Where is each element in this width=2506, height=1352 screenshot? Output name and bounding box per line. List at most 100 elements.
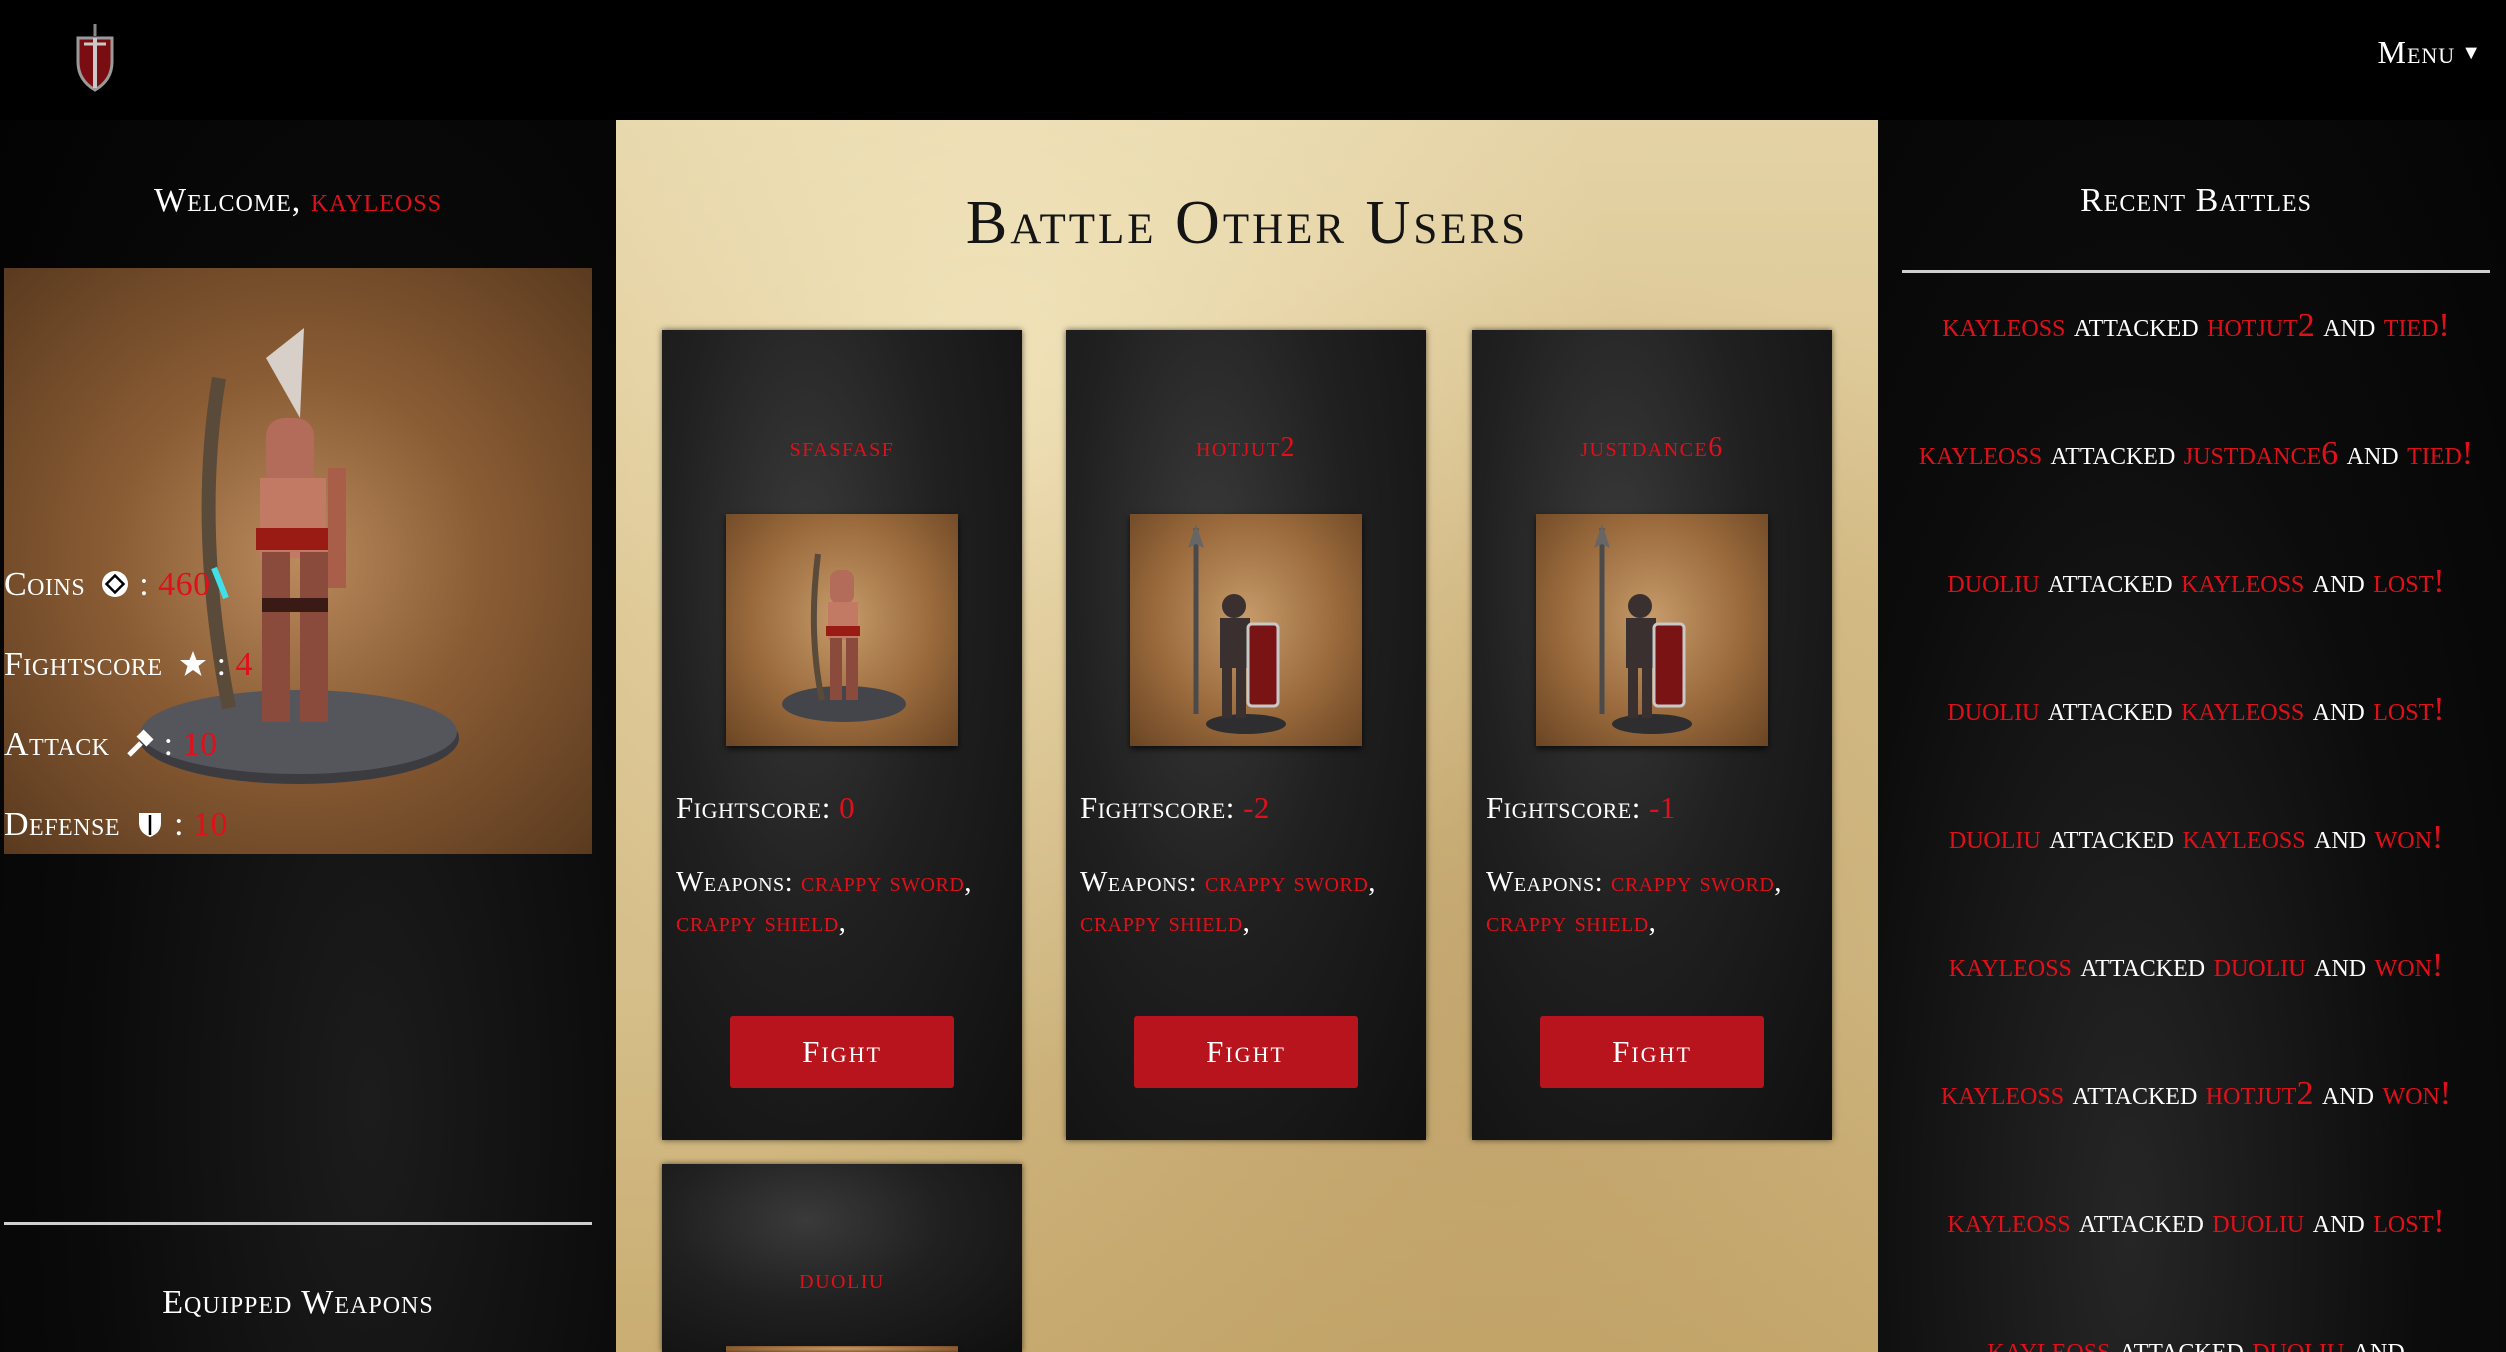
- battle-defender[interactable]: kayleoss: [2182, 819, 2305, 856]
- battle-attacker[interactable]: duoliu: [1947, 563, 2039, 600]
- battle-area: Battle Other Users sfasfasf Fightscore: …: [616, 120, 1878, 1352]
- defense-sep: :: [174, 806, 194, 843]
- fightscore-label: Fightscore:: [1486, 790, 1650, 825]
- opponent-card: sfasfasf Fightscore: 0 Weapons: crappy s…: [662, 330, 1022, 1140]
- hammer-icon: [126, 729, 154, 757]
- battle-attacker[interactable]: kayleoss: [1947, 1203, 2070, 1240]
- battle-defender[interactable]: justdance6: [2184, 435, 2338, 472]
- recent-battles-divider: [1902, 270, 2490, 273]
- battle-defender[interactable]: kayleoss: [2181, 691, 2304, 728]
- battle-entry: duoliu attacked kayleoss and won!: [1902, 814, 2490, 862]
- opponent-card: duoliu: [662, 1164, 1022, 1352]
- battle-attacker[interactable]: kayleoss: [1987, 1331, 2110, 1352]
- battle-attacker[interactable]: kayleoss: [1942, 307, 2065, 344]
- battle-result: tied!: [2407, 435, 2474, 472]
- opponent-avatar-image: [1130, 514, 1362, 746]
- caret-down-icon: ▼: [2461, 42, 2482, 64]
- weapon-sep: ,: [1774, 866, 1783, 898]
- battle-defender[interactable]: hotjut2: [2206, 1075, 2314, 1112]
- weapons-label: Weapons:: [1080, 866, 1205, 898]
- weapon-link[interactable]: crappy shield: [676, 906, 839, 938]
- coins-label: Coins: [4, 566, 86, 603]
- battle-result: won!: [2374, 947, 2444, 984]
- equipped-weapons-heading: Equipped Weapons: [162, 1284, 434, 1321]
- weapon-link[interactable]: crappy shield: [1080, 906, 1243, 938]
- battle-result: tied!: [2383, 307, 2450, 344]
- weapon-link[interactable]: crappy sword: [1611, 866, 1774, 898]
- character-avatar-image: [4, 268, 592, 854]
- coins-sep: :: [139, 566, 159, 603]
- battle-defender[interactable]: hotjut2: [2207, 307, 2315, 344]
- defense-stat: Defense : 10: [4, 806, 228, 844]
- battle-attacked-word: attacked: [2064, 1075, 2206, 1112]
- battle-defender[interactable]: duoliu: [2252, 1331, 2344, 1352]
- battle-and-word: and: [2314, 307, 2384, 344]
- battle-attacked-word: attacked: [2071, 947, 2214, 984]
- attack-label: Attack: [4, 726, 110, 763]
- opponent-avatar-image: [726, 1346, 958, 1352]
- opponent-weapons: Weapons: crappy sword, crappy shield,: [676, 862, 996, 942]
- battle-and-word: and: [2305, 947, 2375, 984]
- fightscore-value: -2: [1243, 790, 1270, 825]
- fight-button[interactable]: Fight: [1540, 1016, 1764, 1088]
- battle-attacked-word: attacked: [2070, 1203, 2213, 1240]
- opponent-fightscore: Fightscore: -2: [1080, 790, 1270, 826]
- battle-attacker[interactable]: kayleoss: [1949, 947, 2072, 984]
- battle-result: lost!: [2373, 691, 2445, 728]
- weapon-link[interactable]: crappy sword: [801, 866, 964, 898]
- battle-and-word: and: [2304, 563, 2374, 600]
- battle-defender[interactable]: duoliu: [2214, 947, 2306, 984]
- star-icon: [179, 651, 206, 676]
- opponent-fightscore: Fightscore: 0: [676, 790, 855, 826]
- shield-icon: [139, 813, 162, 837]
- battle-result: lost!: [2373, 1203, 2445, 1240]
- weapon-sep: ,: [1242, 906, 1251, 938]
- opponent-name[interactable]: justdance6: [1472, 432, 1832, 464]
- battle-and-word: and: [2313, 1075, 2383, 1112]
- fightscore-label: Fightscore:: [1080, 790, 1244, 825]
- coins-value: 460: [158, 566, 211, 603]
- battle-defender[interactable]: duoliu: [2212, 1203, 2304, 1240]
- battle-attacked-word: attacked: [2042, 435, 2184, 472]
- battle-attacked-word: attacked: [2040, 819, 2183, 856]
- attack-value: 10: [182, 726, 218, 763]
- weapons-label: Weapons:: [676, 866, 801, 898]
- menu-label[interactable]: Menu: [2378, 34, 2456, 70]
- battle-and-word: and: [2338, 435, 2408, 472]
- recent-battles-panel: Recent Battles kayleoss attacked hotjut2…: [1878, 120, 2506, 1352]
- welcome-username[interactable]: kayleoss: [311, 182, 442, 219]
- attack-stat: Attack : 10: [4, 726, 218, 764]
- battle-attacked-word: attacked: [2039, 691, 2182, 728]
- attack-sep: :: [163, 726, 183, 763]
- battle-entry: kayleoss attacked hotjut2 and tied!: [1902, 302, 2490, 350]
- weapon-sep: ,: [1368, 866, 1377, 898]
- battle-attacker[interactable]: duoliu: [1947, 691, 2039, 728]
- battle-attacker[interactable]: kayleoss: [1919, 435, 2042, 472]
- menu-dropdown[interactable]: Menu ▼: [2378, 34, 2482, 71]
- fight-button[interactable]: Fight: [730, 1016, 954, 1088]
- shield-sword-logo-icon[interactable]: [70, 22, 120, 94]
- battle-attacker[interactable]: kayleoss: [1941, 1075, 2064, 1112]
- welcome-heading: Welcome, kayleoss: [0, 182, 596, 220]
- battle-entry: kayleoss attacked duoliu and lost!: [1902, 1198, 2490, 1246]
- battle-defender[interactable]: kayleoss: [2181, 563, 2304, 600]
- battle-and-word: and: [2305, 819, 2375, 856]
- opponent-name[interactable]: duoliu: [662, 1264, 1022, 1296]
- opponent-name[interactable]: sfasfasf: [662, 432, 1022, 464]
- weapons-label: Weapons:: [1486, 866, 1611, 898]
- opponent-avatar-image: [1536, 514, 1768, 746]
- opponent-name[interactable]: hotjut2: [1066, 432, 1426, 464]
- top-navbar: Menu ▼: [0, 0, 2506, 120]
- weapon-link[interactable]: crappy shield: [1486, 906, 1649, 938]
- battle-attacker[interactable]: duoliu: [1949, 819, 2041, 856]
- battle-result: lost!: [2373, 563, 2445, 600]
- battle-and-word: and: [2344, 1331, 2405, 1352]
- fight-button[interactable]: Fight: [1134, 1016, 1358, 1088]
- defense-label: Defense: [4, 806, 121, 843]
- fightscore-value: 4: [235, 646, 254, 683]
- defense-value: 10: [193, 806, 229, 843]
- fightscore-value: -1: [1649, 790, 1676, 825]
- battle-and-word: and: [2304, 1203, 2374, 1240]
- weapon-link[interactable]: crappy sword: [1205, 866, 1368, 898]
- opponent-card: justdance6 Fightscore: -1 Weapons: crapp…: [1472, 330, 1832, 1140]
